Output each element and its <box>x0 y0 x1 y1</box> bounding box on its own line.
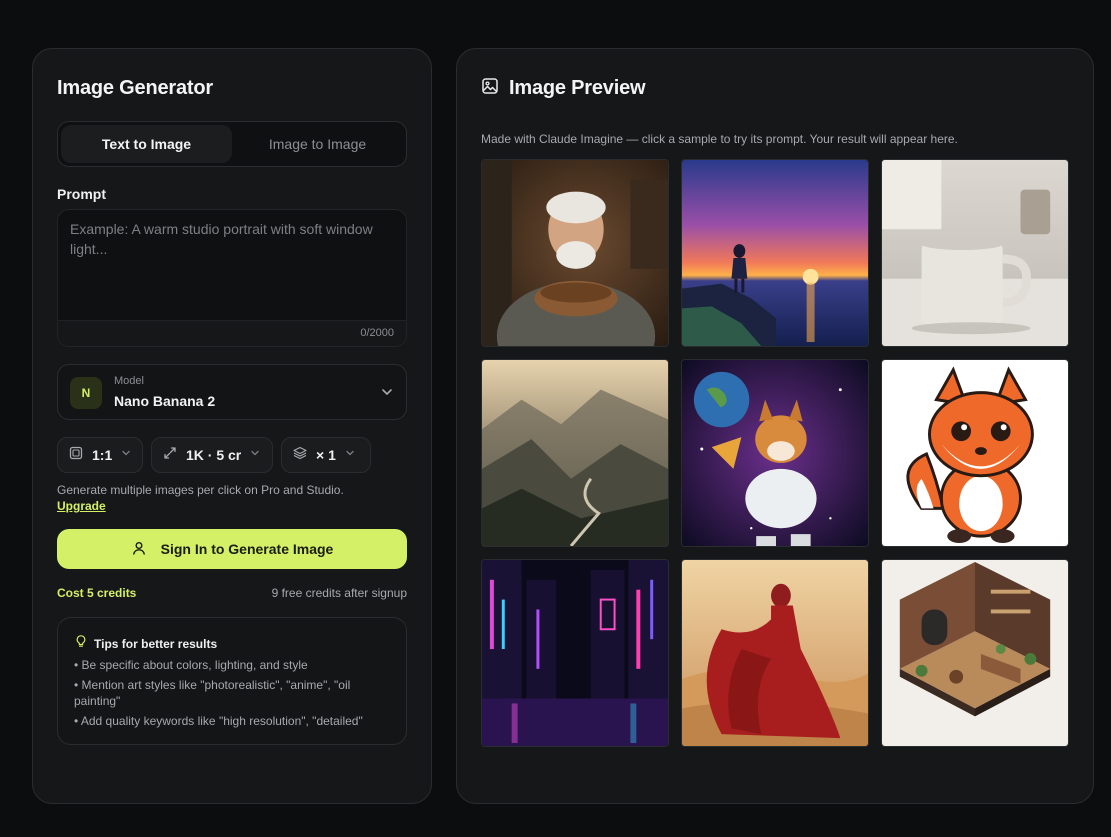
sample-image-desert-dress[interactable] <box>681 559 869 747</box>
sample-image-neon-city[interactable] <box>481 559 669 747</box>
tips-header: Tips for better results <box>74 634 217 653</box>
upgrade-link[interactable]: Upgrade <box>57 499 106 513</box>
sample-image-mug[interactable] <box>881 159 1069 347</box>
model-name: Nano Banana 2 <box>114 393 216 409</box>
sample-image-anime-sunset[interactable] <box>681 159 869 347</box>
prompt-label: Prompt <box>57 186 106 202</box>
preview-description: Made with Claude Imagine — click a sampl… <box>481 132 958 146</box>
generator-title: Image Generator <box>57 77 213 99</box>
generator-panel: Image Generator Text to Image Image to I… <box>32 48 432 804</box>
tip-item: • Add quality keywords like "high resolu… <box>74 714 363 728</box>
sample-image-isometric-cafe[interactable] <box>881 559 1069 747</box>
aspect-ratio-select[interactable]: 1:1 <box>57 437 143 473</box>
tab-text-to-image[interactable]: Text to Image <box>61 125 232 163</box>
sample-image-mountains[interactable] <box>481 359 669 547</box>
resolution-select[interactable]: 1K · 5 cr <box>151 437 273 473</box>
aspect-ratio-value: 1:1 <box>92 447 113 463</box>
aspect-ratio-icon <box>68 445 84 466</box>
sign-in-label: Sign In to Generate Image <box>160 541 334 557</box>
preview-panel: Image Preview Made with Claude Imagine —… <box>456 48 1094 804</box>
tab-image-to-image[interactable]: Image to Image <box>232 125 403 163</box>
layers-icon <box>292 445 308 466</box>
multi-image-note: Generate multiple images per click on Pr… <box>57 483 344 497</box>
preview-title: Image Preview <box>509 77 646 99</box>
chevron-down-icon <box>380 385 394 404</box>
free-credits-label: 9 free credits after signup <box>271 586 407 600</box>
expand-icon <box>162 445 178 466</box>
chevron-down-icon <box>344 446 356 464</box>
sign-in-generate-button[interactable]: Sign In to Generate Image <box>57 529 407 569</box>
model-select[interactable]: N Model Nano Banana 2 <box>57 364 407 420</box>
tip-item: • Be specific about colors, lighting, an… <box>74 658 308 672</box>
cost-label: Cost 5 credits <box>57 586 137 600</box>
tips-title: Tips for better results <box>94 636 218 651</box>
model-badge: N <box>70 377 102 409</box>
image-icon <box>481 77 499 100</box>
tip-item: • Mention art styles like "photorealisti… <box>74 678 351 708</box>
chevron-down-icon <box>249 446 261 464</box>
image-count-select[interactable]: × 1 <box>281 437 371 473</box>
char-counter: 0/2000 <box>360 327 394 339</box>
lightbulb-icon <box>74 634 88 653</box>
chevron-down-icon <box>120 446 132 464</box>
user-icon <box>131 540 147 559</box>
tips-list: • Be specific about colors, lighting, an… <box>74 657 396 733</box>
tips-box: Tips for better results • Be specific ab… <box>57 617 407 745</box>
prompt-box: 0/2000 <box>57 209 407 347</box>
model-caption: Model <box>114 375 144 387</box>
image-count-value: × 1 <box>316 447 336 463</box>
prompt-footer: 0/2000 <box>58 320 406 346</box>
prompt-input[interactable] <box>58 210 406 322</box>
sample-image-fox[interactable] <box>881 359 1069 547</box>
preview-header: Image Preview <box>481 77 646 100</box>
sample-grid <box>481 159 1069 747</box>
resolution-value: 1K · 5 cr <box>186 447 242 463</box>
sample-image-portrait[interactable] <box>481 159 669 347</box>
mode-tabs: Text to Image Image to Image <box>57 121 407 167</box>
sample-image-astronaut-dog[interactable] <box>681 359 869 547</box>
